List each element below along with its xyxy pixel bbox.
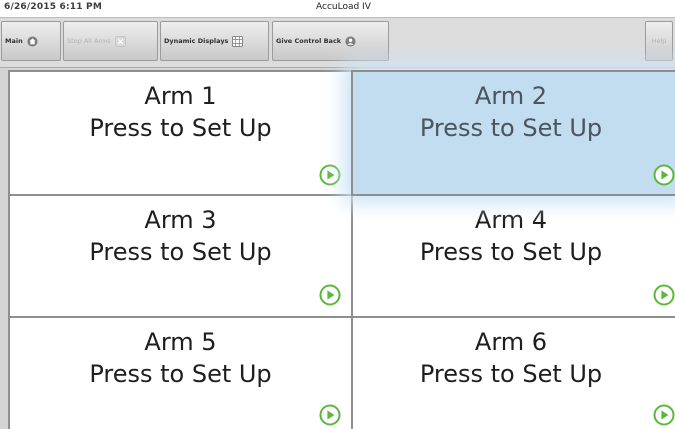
- dynamic-displays-button[interactable]: Dynamic Displays: [160, 21, 269, 61]
- arm-action: Press to Set Up: [89, 360, 272, 388]
- arm-tile-2[interactable]: Arm 2 Press to Set Up: [351, 70, 675, 196]
- toolbar: Main Stop All Arms Dynamic Displays Give…: [0, 18, 675, 68]
- arm-name: Arm 6: [474, 328, 548, 356]
- status-datetime: 6/26/2015 6:11 PM: [4, 2, 103, 12]
- dynamic-displays-label: Dynamic Displays: [164, 37, 229, 45]
- give-control-back-label: Give Control Back: [276, 37, 342, 45]
- arm-tile-3[interactable]: Arm 3 Press to Set Up: [8, 194, 353, 318]
- help-button[interactable]: Help: [645, 21, 673, 61]
- play-icon: [653, 164, 675, 186]
- stop-all-arms-label: Stop All Arms: [67, 37, 111, 45]
- status-bar: 6/26/2015 6:11 PM AccuLoad IV: [0, 0, 675, 18]
- arm-name: Arm 3: [144, 206, 217, 234]
- arm-name: Arm 4: [474, 206, 548, 234]
- status-title: AccuLoad IV: [316, 2, 371, 12]
- play-icon: [653, 284, 675, 306]
- arm-name: Arm 2: [474, 82, 548, 110]
- grid-icon: [232, 35, 244, 47]
- play-icon: [653, 404, 675, 426]
- arm-action: Press to Set Up: [89, 238, 272, 266]
- arm-action: Press to Set Up: [419, 114, 603, 142]
- play-icon: [319, 164, 341, 186]
- give-control-back-button[interactable]: Give Control Back: [272, 21, 389, 61]
- arm-action: Press to Set Up: [419, 360, 603, 388]
- arm-action: Press to Set Up: [419, 238, 603, 266]
- main-button-label: Main: [5, 37, 23, 45]
- stop-icon: [114, 35, 126, 47]
- arm-tile-5[interactable]: Arm 5 Press to Set Up: [8, 316, 353, 429]
- play-icon: [319, 284, 341, 306]
- accuload-screen: 6/26/2015 6:11 PM AccuLoad IV Main Stop …: [0, 0, 675, 429]
- help-button-label: Help: [651, 37, 667, 45]
- arm-name: Arm 5: [144, 328, 217, 356]
- main-button[interactable]: Main: [1, 21, 61, 61]
- home-icon: [27, 35, 38, 47]
- stop-all-arms-button[interactable]: Stop All Arms: [63, 21, 158, 61]
- play-icon: [319, 404, 341, 426]
- arm-name: Arm 1: [144, 82, 217, 110]
- arm-action: Press to Set Up: [89, 114, 272, 142]
- user-icon: [345, 35, 356, 47]
- arm-tile-6[interactable]: Arm 6 Press to Set Up: [351, 316, 675, 429]
- arm-tile-1[interactable]: Arm 1 Press to Set Up: [8, 70, 353, 196]
- arm-tile-4[interactable]: Arm 4 Press to Set Up: [351, 194, 675, 318]
